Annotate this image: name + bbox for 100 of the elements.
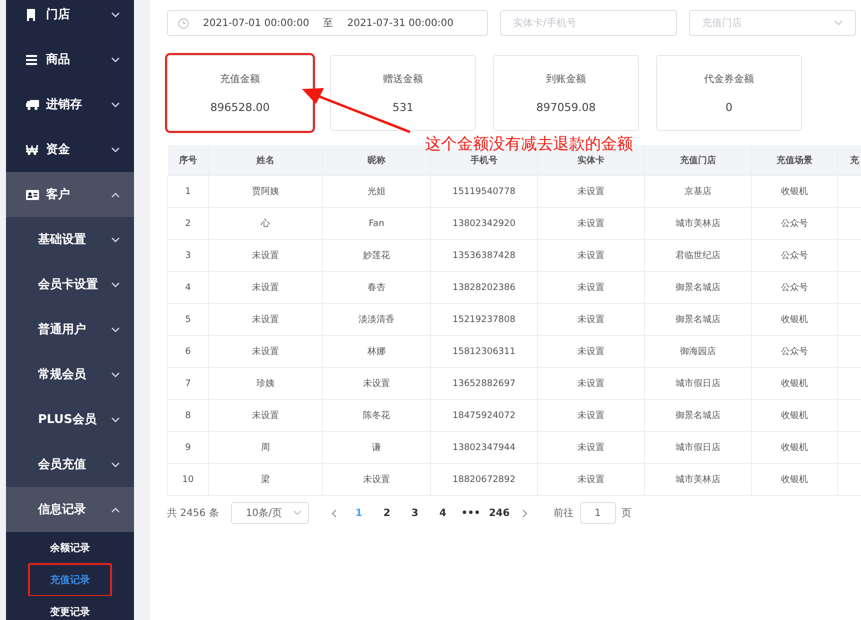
- chevron-down-icon: [834, 20, 843, 26]
- chevron-left-icon: [330, 508, 337, 518]
- table-cell: 谦: [322, 432, 430, 464]
- sidebar-item[interactable]: 会员卡设置: [6, 262, 134, 307]
- table-cell: 13828202386: [430, 272, 538, 304]
- chevron-down-icon: [111, 12, 120, 18]
- table-cell: 公众号: [752, 336, 838, 368]
- table-cell: 未设置: [208, 272, 322, 304]
- table-cell: 陈冬花: [322, 400, 430, 432]
- page-button[interactable]: 2: [372, 508, 401, 518]
- table-cell: 公众号: [752, 240, 838, 272]
- sidebar-item[interactable]: 客户: [6, 172, 134, 217]
- table-cell: 珍姨: [208, 368, 322, 400]
- sidebar-item[interactable]: 常规会员: [6, 352, 134, 397]
- chevron-down-icon: [111, 416, 120, 422]
- card-phone-search-field[interactable]: 实体卡/手机号: [500, 10, 677, 36]
- table-cell: 15219237808: [430, 304, 538, 336]
- table-cell: 未设置: [538, 400, 644, 432]
- table-cell: 13802342920: [430, 208, 538, 240]
- card-value: 896528.00: [210, 101, 270, 114]
- table-cell: 收银机: [752, 368, 838, 400]
- table-cell: 京基店: [644, 176, 752, 208]
- chevron-down-icon: [111, 462, 120, 468]
- card-label: 赠送金额: [383, 72, 423, 86]
- table-cell: 城市美林店: [644, 208, 752, 240]
- table-cell: 10: [168, 464, 208, 496]
- table-cell: 周: [208, 432, 322, 464]
- table-cell: 御海园店: [644, 336, 752, 368]
- table-cell: 收银机: [752, 304, 838, 336]
- table-cell: 未设置: [208, 240, 322, 272]
- table-cell: 未设置: [538, 336, 644, 368]
- table-cell: 15812306311: [430, 336, 538, 368]
- page-size-select[interactable]: 10条/页: [230, 502, 309, 524]
- won-currency-icon: [26, 144, 38, 154]
- table-cell: 未设置: [538, 432, 644, 464]
- sidebar-item[interactable]: 会员充值: [6, 442, 134, 487]
- table-cell: 未设置: [538, 272, 644, 304]
- table-cell: 未设置: [538, 240, 644, 272]
- page-button[interactable]: 4: [428, 508, 457, 518]
- page-button[interactable]: •••: [456, 508, 485, 518]
- card-value: 531: [392, 101, 414, 114]
- table-cell: 未设置: [208, 400, 322, 432]
- card-label: 充值金额: [220, 72, 260, 86]
- sidebar-item[interactable]: 信息记录: [6, 487, 134, 532]
- table-cell: 收银机: [752, 464, 838, 496]
- table-cell: 城市假日店: [644, 368, 752, 400]
- chevron-up-icon: [111, 192, 120, 198]
- table-cell: 御景名城店: [644, 304, 752, 336]
- table-cell: 收银机: [752, 400, 838, 432]
- table-cell: 未设置: [208, 304, 322, 336]
- table-cell: 未设置: [208, 336, 322, 368]
- chevron-down-icon: [111, 56, 120, 62]
- total-count: 共 2456 条: [167, 506, 219, 520]
- table-cell: 御景名城店: [644, 272, 752, 304]
- table-cell: 公众号: [752, 208, 838, 240]
- chevron-down-icon: [111, 102, 120, 108]
- table-cell: 6: [168, 336, 208, 368]
- table-cell: 贾阿姨: [208, 176, 322, 208]
- column-header: 序号: [168, 145, 208, 176]
- table-cell: 9: [168, 432, 208, 464]
- goto-page-field[interactable]: 1: [580, 502, 616, 524]
- chevron-down-icon: [111, 282, 120, 288]
- card-label: 代金券金额: [704, 72, 754, 86]
- column-header: 姓名: [208, 145, 322, 176]
- card-label: 到账金额: [546, 72, 586, 86]
- table-cell: 4: [168, 272, 208, 304]
- sidebar-item[interactable]: PLUS会员: [6, 397, 134, 442]
- chevron-down-icon: [111, 326, 120, 332]
- table-cell: 收银机: [752, 176, 838, 208]
- chevron-down-icon: [111, 372, 120, 378]
- table-cell: 13536387428: [430, 240, 538, 272]
- sidebar-item[interactable]: 基础设置: [6, 217, 134, 262]
- table-cell: 13802347944: [430, 432, 538, 464]
- table-cell: 未设置: [322, 368, 430, 400]
- page-button[interactable]: 246: [484, 508, 514, 518]
- table-cell: 未设置: [322, 464, 430, 496]
- table-cell: 15119540778: [430, 176, 538, 208]
- chevron-up-icon: [111, 506, 120, 512]
- table-cell: 3: [168, 240, 208, 272]
- table-cell: 心: [208, 208, 322, 240]
- table-cell: 2: [168, 208, 208, 240]
- column-header: 充值场景: [752, 145, 838, 176]
- sidebar-item[interactable]: 普通用户: [6, 307, 134, 352]
- table-cell: 淡淡清香: [322, 304, 430, 336]
- clock-icon: [178, 18, 189, 28]
- chevron-right-icon: [522, 508, 528, 518]
- table-cell: 8: [168, 400, 208, 432]
- id-card-icon: [26, 190, 39, 200]
- table-cell: 公众号: [752, 272, 838, 304]
- table-cell: 光姐: [322, 176, 430, 208]
- table-cell: 城市美林店: [644, 464, 752, 496]
- goto-label: 前往: [554, 506, 574, 520]
- table-cell: 林娜: [322, 336, 430, 368]
- table-cell: 御景名城店: [644, 400, 752, 432]
- date-range-field[interactable]: 2021-07-01 00:00:00 至 2021-07-31 00:00:00: [167, 10, 488, 36]
- page-unit-label: 页: [622, 507, 632, 520]
- table-cell: 未设置: [538, 464, 644, 496]
- table-cell: 梁: [208, 464, 322, 496]
- chevron-down-icon: [111, 146, 120, 152]
- page-button[interactable]: 3: [400, 508, 429, 518]
